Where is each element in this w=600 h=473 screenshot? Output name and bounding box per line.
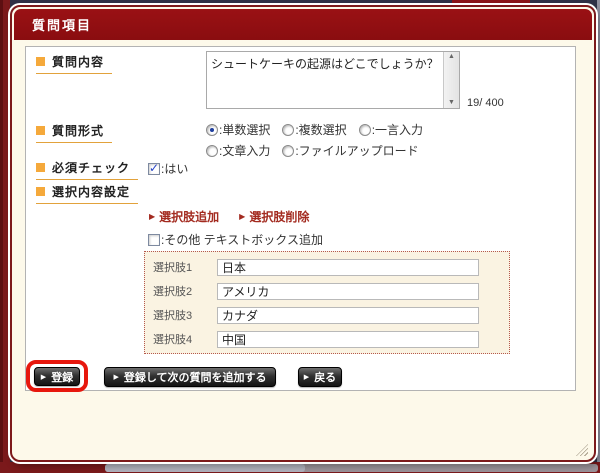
format-radio-row-2: :文章入力 :ファイルアップロード [206,142,419,159]
arrow-icon: ▶ [149,212,155,221]
choice-input-3[interactable] [217,307,479,324]
radio-option-short-text[interactable]: :一言入力 [359,121,423,138]
page-bottom-bar [0,462,600,473]
other-textbox-option[interactable]: :その他 テキストボックス追加 [148,231,323,248]
add-choice-label: 選択肢追加 [159,208,219,225]
form-panel: 質問内容 質問形式 必須チェック 選択内容設定 シュートケーキの起源はどこでしょ… [25,46,576,391]
choice-label-4: 選択肢4 [153,331,217,347]
choice-input-4[interactable] [217,331,479,348]
format-radio-row-1: :単数選択 :複数選択 :一言入力 [206,121,423,138]
dialog-title: 質問項目 [32,15,92,34]
horizontal-scrollbar-thumb[interactable] [105,464,305,472]
radio-icon [206,145,218,157]
arrow-icon: ▶ [239,212,245,221]
bullet-square-icon [36,187,45,196]
choice-row-4: 選択肢4 [145,327,509,351]
horizontal-scrollbar[interactable] [105,464,598,472]
radio-label: :複数選択 [295,121,346,138]
page-left-edge [0,0,10,473]
bullet-square-icon [36,57,45,66]
radio-icon [282,145,294,157]
choice-row-1: 選択肢1 [145,255,509,279]
resize-grip[interactable] [576,444,588,456]
radio-option-file-upload[interactable]: :ファイルアップロード [282,142,418,159]
question-format-label: 質問形式 [36,122,112,143]
register-button-label: 登録 [51,369,73,385]
question-content-label: 質問内容 [36,53,112,74]
choice-label-2: 選択肢2 [153,283,217,299]
choice-row-3: 選択肢3 [145,303,509,327]
delete-choice-label: 選択肢削除 [249,208,309,225]
radio-icon [206,124,218,136]
other-textbox-row: :その他 テキストボックス追加 [148,231,323,248]
radio-option-long-text[interactable]: :文章入力 [206,142,270,159]
textarea-scrollbar[interactable]: ▲ ▼ [443,52,459,108]
page-left-edge-shadow [0,0,3,473]
bullet-square-icon [36,126,45,135]
choice-input-2[interactable] [217,283,479,300]
scroll-up-icon[interactable]: ▲ [448,53,455,61]
back-button[interactable]: ▶ 戻る [298,367,342,387]
required-yes-option[interactable]: :はい [148,160,188,177]
register-and-next-label: 登録して次の質問を追加する [124,369,267,385]
question-item-dialog: 質問項目 質問内容 質問形式 必須チェック 選択内容設定 シュートケーキの起源は… [10,5,596,462]
question-content-field: シュートケーキの起源はどこでしょうか？ ▲ ▼ [206,51,460,109]
choice-links-row: ▶ 選択肢追加 ▶ 選択肢削除 [149,208,309,225]
bullet-square-icon [36,163,45,172]
radio-label: :一言入力 [372,121,423,138]
radio-icon [282,124,294,136]
back-button-label: 戻る [314,369,336,385]
char-counter: 19/ 400 [467,97,504,109]
add-choice-link[interactable]: ▶ 選択肢追加 [149,208,219,225]
choice-settings-label: 選択内容設定 [36,183,138,204]
checkbox-label: :はい [161,160,188,177]
checkbox-icon [148,234,160,246]
delete-choice-link[interactable]: ▶ 選択肢削除 [239,208,309,225]
radio-option-multi-select[interactable]: :複数選択 [282,121,346,138]
question-content-input[interactable]: シュートケーキの起源はどこでしょうか？ [207,52,443,108]
dialog-header: 質問項目 [14,9,592,40]
checkbox-label: :その他 テキストボックス追加 [161,231,323,248]
choice-label-3: 選択肢3 [153,307,217,323]
choice-label-1: 選択肢1 [153,259,217,275]
required-check-row: :はい [148,160,188,177]
radio-option-single-select[interactable]: :単数選択 [206,121,270,138]
choice-row-2: 選択肢2 [145,279,509,303]
scroll-down-icon[interactable]: ▼ [448,99,455,107]
register-button[interactable]: ▶ 登録 [34,367,80,386]
arrow-icon: ▶ [41,373,46,381]
radio-label: :文章入力 [219,142,270,159]
radio-label: :単数選択 [219,121,270,138]
register-and-next-button[interactable]: ▶ 登録して次の質問を追加する [104,367,276,387]
radio-label: :ファイルアップロード [295,142,418,159]
checkbox-icon [148,163,160,175]
radio-icon [359,124,371,136]
choices-box: 選択肢1 選択肢2 選択肢3 選択肢4 [144,251,510,354]
arrow-icon: ▶ [113,373,118,381]
required-check-label: 必須チェック [36,159,138,180]
choice-input-1[interactable] [217,259,479,276]
arrow-icon: ▶ [304,373,309,381]
